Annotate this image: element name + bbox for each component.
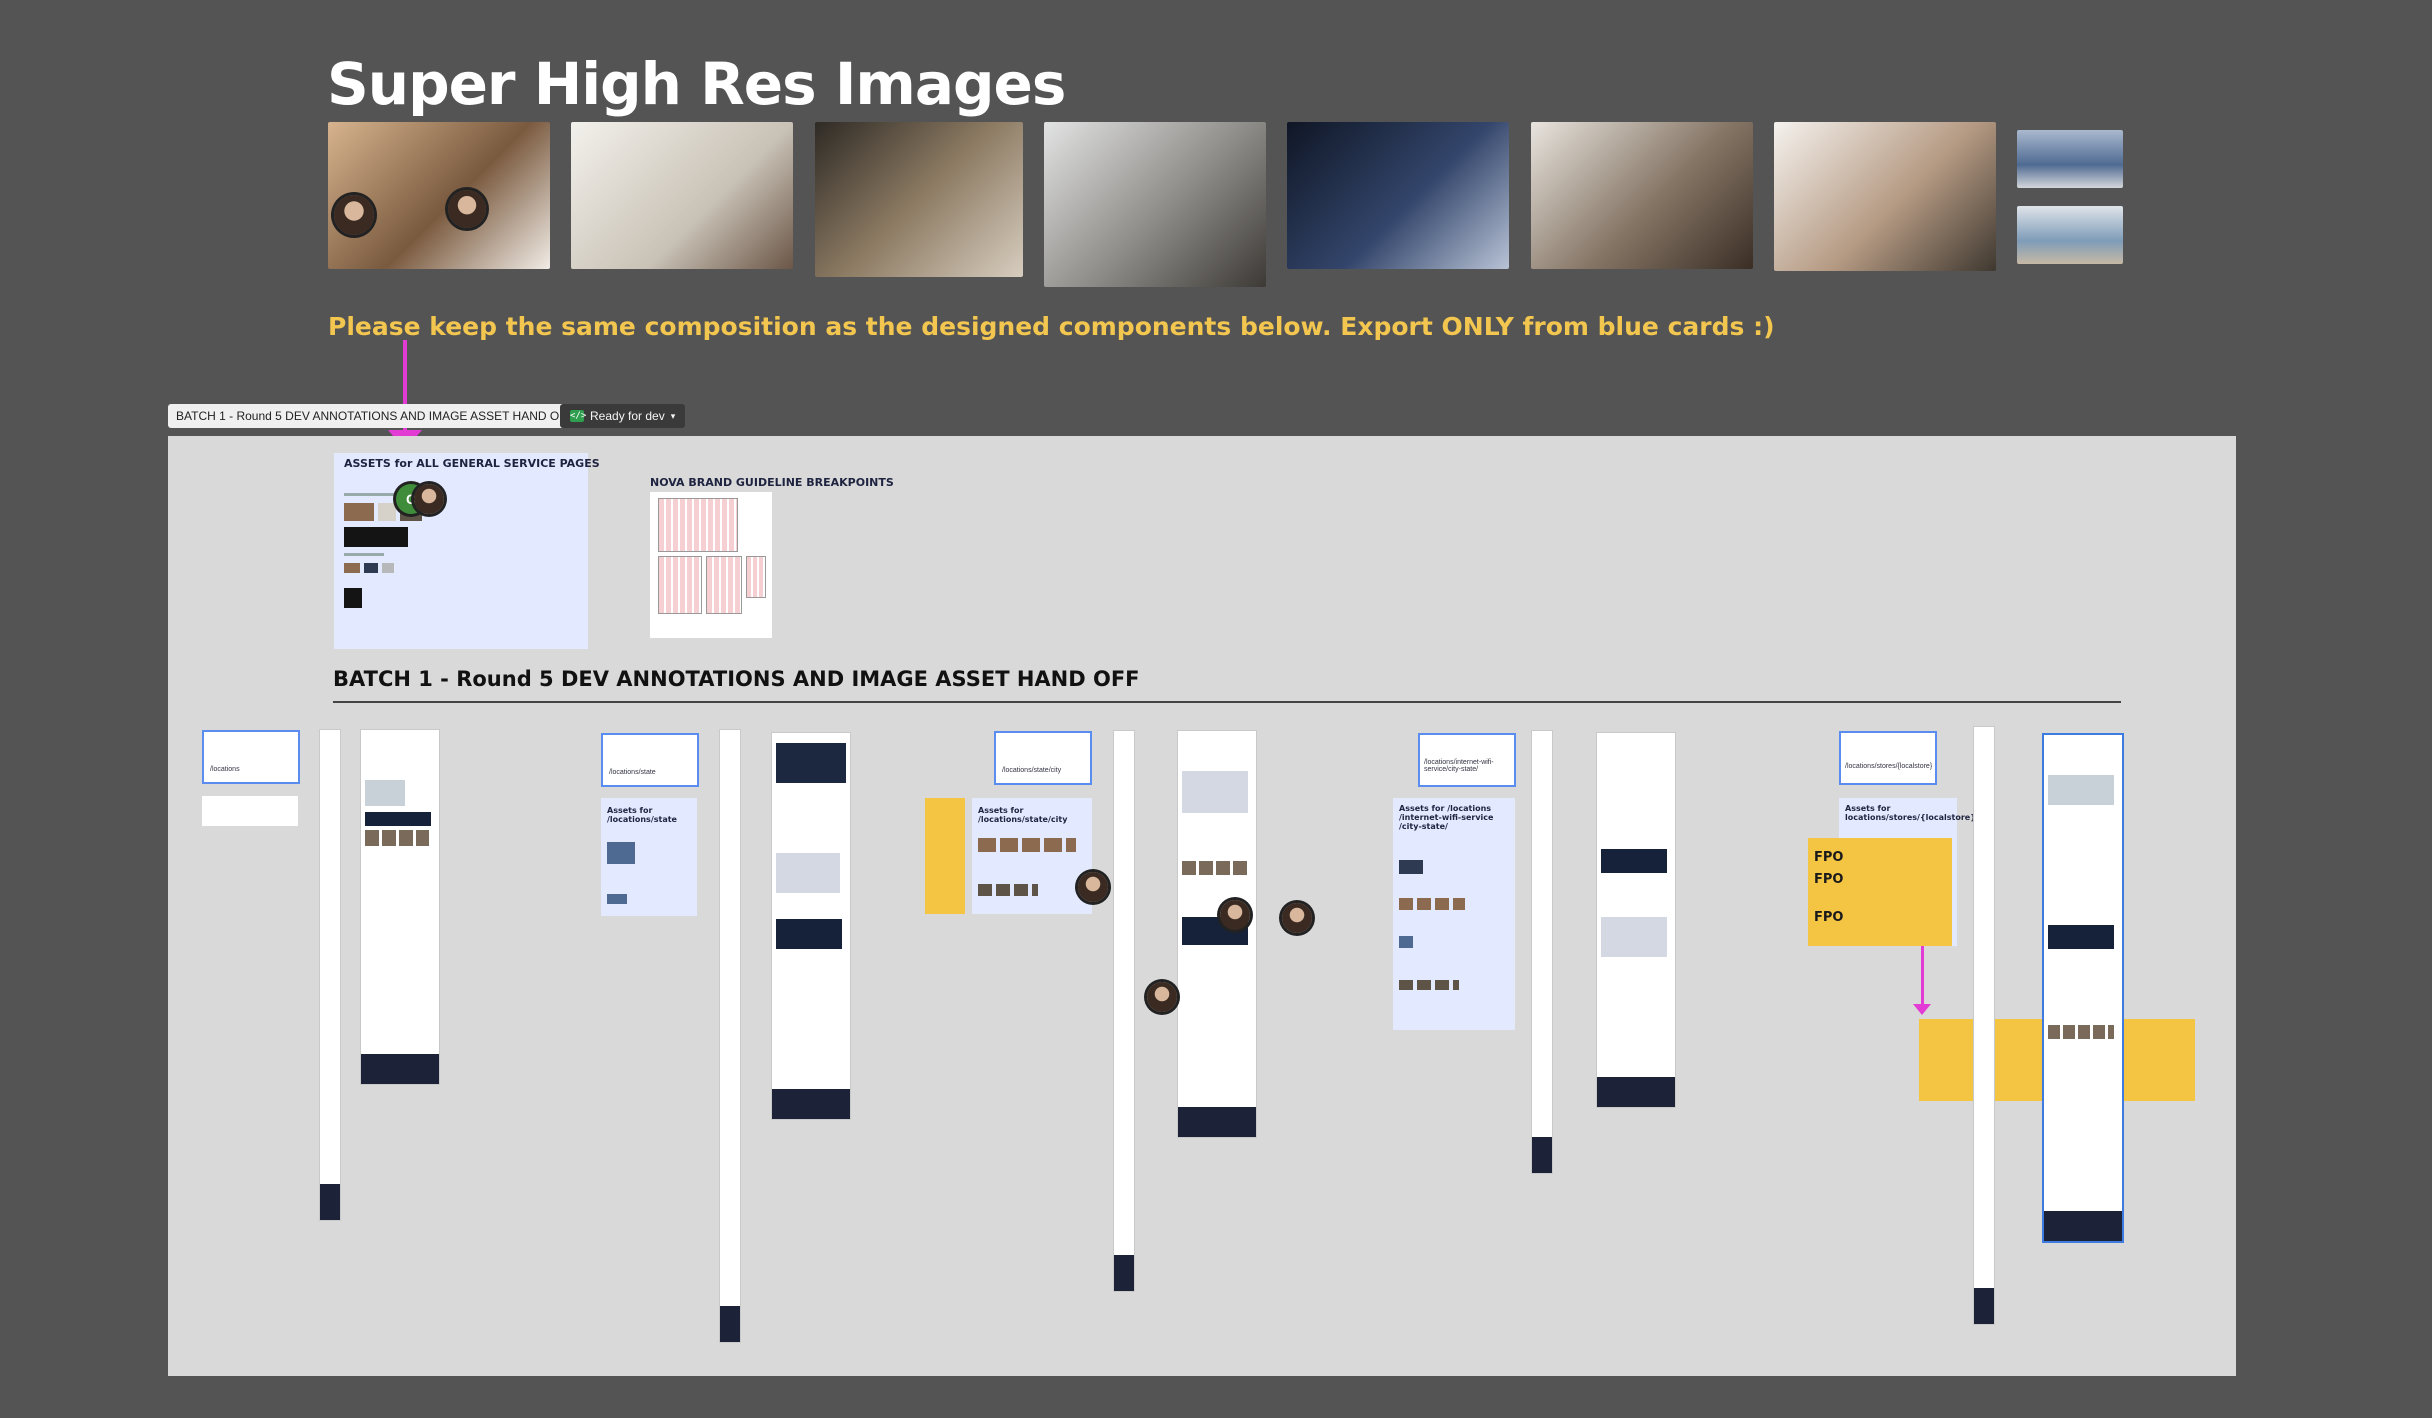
section-divider — [333, 701, 2121, 703]
store-interior-photo[interactable] — [2017, 206, 2123, 264]
city-assets-title: Assets for /locations/state/city — [978, 806, 1068, 824]
family-cooking-photo[interactable] — [815, 122, 1023, 277]
brand-guideline-card[interactable] — [650, 492, 772, 638]
fpo-block[interactable]: FPO FPO FPO — [1808, 838, 1952, 946]
page-column[interactable] — [1114, 731, 1134, 1291]
collaborator-avatar[interactable] — [1282, 903, 1312, 933]
page-column[interactable] — [1178, 731, 1256, 1137]
fpo-label: FPO — [1814, 872, 1844, 887]
code-icon: </> — [570, 410, 587, 422]
wifi-assets-card[interactable]: Assets for /locations /internet-wifi-ser… — [1393, 798, 1515, 1030]
collaborator-avatar[interactable] — [1147, 982, 1177, 1012]
route-card-state[interactable]: /locations/state — [601, 733, 699, 787]
couple-coffee-photo[interactable] — [1774, 122, 1996, 271]
pointer-arrow — [1921, 946, 1924, 1006]
collaborator-avatar[interactable] — [414, 484, 444, 514]
page-column[interactable] — [720, 730, 740, 1342]
arrow-head-icon — [1913, 1004, 1931, 1015]
route-card-wifi[interactable]: /locations/internet-wifi-service/city-st… — [1418, 733, 1516, 787]
collaborator-avatar[interactable] — [448, 190, 486, 228]
page-column[interactable] — [320, 730, 340, 1220]
city-assets-card[interactable]: Assets for /locations/state/city — [972, 798, 1092, 914]
page-column-selected[interactable] — [2044, 735, 2122, 1241]
route-label: /locations — [210, 766, 240, 773]
page-column[interactable] — [772, 733, 850, 1119]
technician-photo[interactable] — [1287, 122, 1509, 269]
man-phone-photo[interactable] — [1044, 122, 1266, 287]
fpo-note — [925, 798, 965, 914]
fpo-label: FPO — [1814, 910, 1844, 925]
status-badge[interactable]: </> Ready for dev ▾ — [560, 404, 686, 428]
page-column[interactable] — [1532, 731, 1552, 1173]
fpo-label: FPO — [1814, 850, 1844, 865]
collaborator-avatar[interactable] — [334, 195, 374, 235]
route-card-locations[interactable]: /locations — [202, 730, 300, 784]
status-text: Ready for dev — [590, 409, 665, 423]
route-label: /locations/state/city — [1002, 767, 1062, 774]
page-column[interactable] — [1974, 727, 1994, 1324]
state-assets-card[interactable]: Assets for /locations/state — [601, 798, 697, 916]
brand-guideline-title: NOVA BRAND GUIDELINE BREAKPOINTS — [650, 476, 894, 489]
woman-kitchen-photo[interactable] — [571, 122, 793, 269]
stores-assets-title: Assets for locations/stores/{localstore} — [1845, 804, 1976, 822]
annotation-note — [202, 796, 298, 826]
route-label: /locations/state — [609, 769, 656, 776]
collaborator-avatar[interactable] — [1078, 872, 1108, 902]
route-card-stores[interactable]: /locations/stores/{localstore} — [1839, 731, 1937, 785]
route-label: /locations/internet-wifi-service/city-st… — [1424, 759, 1494, 773]
storefront-photo[interactable] — [2017, 130, 2123, 188]
page-title: Super High Res Images — [327, 50, 1066, 118]
frame-label[interactable]: BATCH 1 - Round 5 DEV ANNOTATIONS AND IM… — [168, 404, 582, 428]
family-couch-photo[interactable] — [1531, 122, 1753, 269]
route-card-city[interactable]: /locations/state/city — [994, 731, 1092, 785]
wifi-assets-title: Assets for /locations /internet-wifi-ser… — [1399, 804, 1494, 831]
export-notice: Please keep the same composition as the … — [328, 312, 1775, 341]
page-column[interactable] — [1597, 733, 1675, 1107]
route-label: /locations/stores/{localstore} — [1845, 763, 1933, 770]
page-column[interactable] — [361, 730, 439, 1084]
general-assets-card[interactable]: ASSETS for ALL GENERAL SERVICE PAGES — [334, 453, 600, 649]
collaborator-avatar[interactable] — [1220, 900, 1250, 930]
general-assets-title: ASSETS for ALL GENERAL SERVICE PAGES — [344, 457, 600, 470]
chevron-down-icon: ▾ — [670, 411, 676, 421]
state-assets-title: Assets for /locations/state — [607, 806, 677, 824]
batch-section-title: BATCH 1 - Round 5 DEV ANNOTATIONS AND IM… — [333, 667, 1140, 691]
